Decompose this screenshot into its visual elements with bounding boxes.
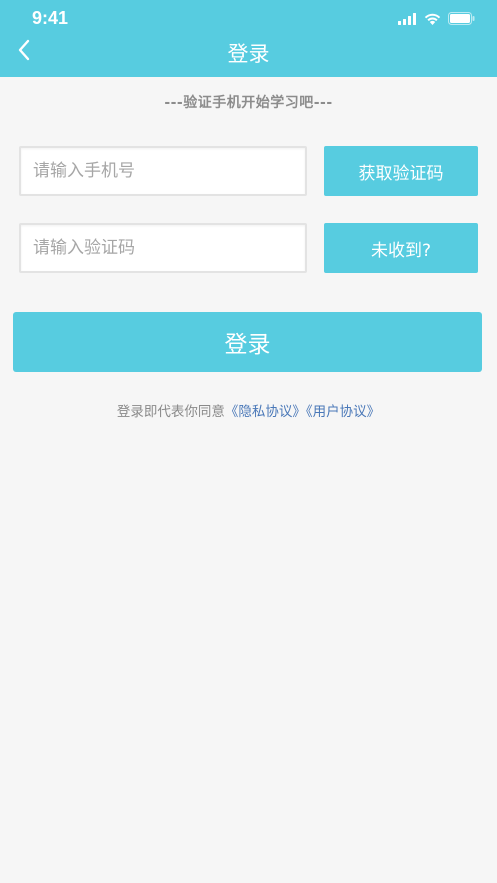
page-title: 登录 <box>227 42 270 66</box>
nav-bar: 登录 <box>0 32 497 72</box>
header: 9:41 登录 <box>0 0 497 77</box>
status-time: 9:41 <box>32 8 69 28</box>
slogan-text: ---验证手机开始学习吧--- <box>164 95 333 111</box>
get-code-button[interactable]: 获取验证码 <box>324 146 478 196</box>
wifi-icon <box>424 10 441 29</box>
status-bar: 9:41 <box>0 0 497 36</box>
agreement-prefix: 登录即代表你同意 <box>116 404 225 420</box>
phone-input[interactable] <box>19 146 307 196</box>
privacy-agreement-link[interactable]: 《隐私协议》 <box>225 404 306 420</box>
status-icons <box>398 10 475 28</box>
battery-icon <box>448 10 475 29</box>
login-button[interactable]: 登录 <box>13 312 482 372</box>
signal-icon <box>398 10 417 29</box>
user-agreement-link[interactable]: 《用户协议》 <box>306 404 380 420</box>
code-input[interactable] <box>19 223 307 273</box>
agreement-text: 登录即代表你同意《隐私协议》《用户协议》 <box>0 400 497 420</box>
not-received-button[interactable]: 未收到? <box>324 223 478 273</box>
